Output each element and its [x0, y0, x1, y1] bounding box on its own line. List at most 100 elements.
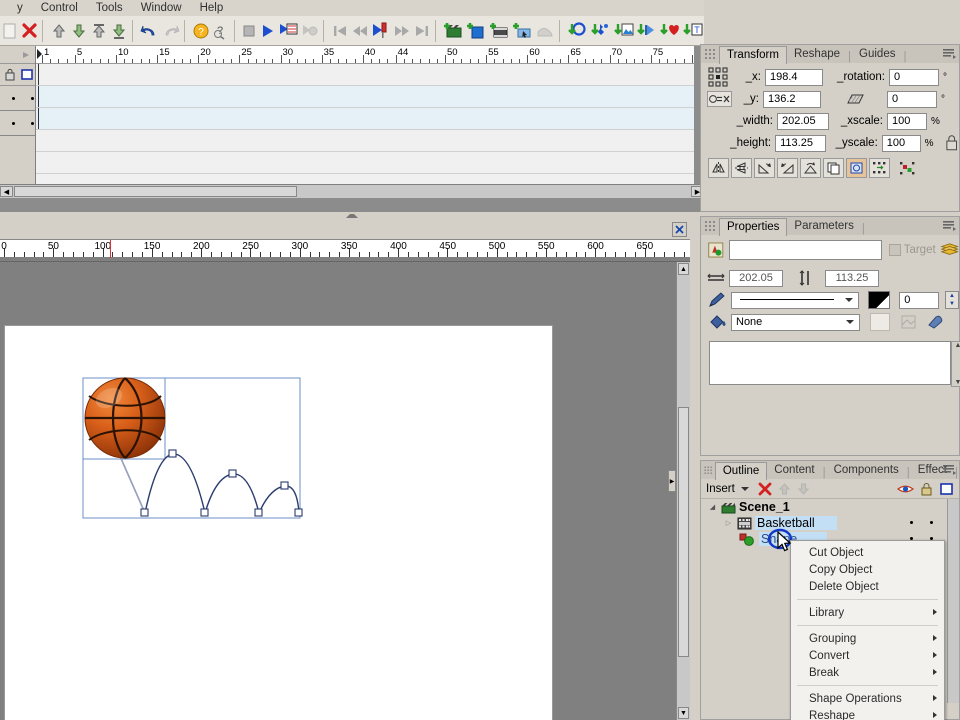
- menu-item-control[interactable]: Control: [32, 1, 87, 15]
- eye-icon[interactable]: [897, 483, 914, 495]
- timeline-playhead[interactable]: [38, 64, 39, 85]
- panel-menu-icon[interactable]: [942, 47, 956, 60]
- fill-color-swatch[interactable]: [870, 313, 890, 331]
- height-input[interactable]: 113.25: [775, 134, 826, 152]
- chevron-down-icon[interactable]: [845, 297, 854, 302]
- anchor-grid-icon[interactable]: [707, 66, 731, 88]
- timeline-layer-row[interactable]: [0, 111, 35, 136]
- menu-item-tools[interactable]: Tools: [87, 1, 132, 15]
- menu-item-window[interactable]: Window: [132, 1, 191, 15]
- delete-x-icon[interactable]: [21, 18, 38, 44]
- rotate-cw-icon[interactable]: [754, 158, 775, 178]
- script-area[interactable]: ▲ ▼: [709, 341, 960, 387]
- menu-item-help[interactable]: Help: [191, 1, 233, 15]
- effect-explode-icon[interactable]: [590, 18, 611, 44]
- insert-button[interactable]: Insert: [706, 483, 735, 495]
- timeline-playhead[interactable]: [38, 108, 39, 129]
- close-icon[interactable]: [672, 222, 687, 237]
- panel-grip-icon[interactable]: [703, 463, 715, 479]
- effect-slide-icon[interactable]: [636, 18, 657, 44]
- play-triangle-icon[interactable]: [21, 50, 31, 60]
- properties-height-input[interactable]: 113.25: [825, 269, 879, 287]
- xscale-input[interactable]: 100: [887, 112, 927, 130]
- outline-square-icon[interactable]: [939, 482, 954, 496]
- canvas-collapse-handle[interactable]: ▶: [668, 470, 676, 492]
- menu-item-0[interactable]: y: [8, 1, 32, 15]
- reset-transform-icon[interactable]: [846, 158, 867, 178]
- move-to-top-icon[interactable]: [90, 18, 108, 44]
- redo-icon[interactable]: [161, 18, 180, 44]
- timeline-resize-grip[interactable]: [0, 212, 704, 220]
- yscale-input[interactable]: 100: [881, 134, 921, 152]
- tab-parameters[interactable]: Parameters: [787, 218, 860, 235]
- canvas-ruler-horizontal[interactable]: 0 50 100 150 200 250 300 350 400 450 500 550 600 650: [0, 240, 690, 262]
- context-menu-item-cut-object[interactable]: Cut Object: [791, 544, 944, 561]
- timeline-expand-row[interactable]: [0, 46, 35, 64]
- new-icon[interactable]: [1, 18, 19, 44]
- timeline-playhead[interactable]: [38, 86, 39, 107]
- context-menu-item-copy-object[interactable]: Copy Object: [791, 561, 944, 578]
- object-name-input[interactable]: [728, 240, 882, 260]
- effect-heart-icon[interactable]: [659, 18, 680, 44]
- insert-sprite-icon[interactable]: [489, 18, 510, 44]
- panel-menu-icon[interactable]: [942, 219, 956, 232]
- context-menu-item-convert[interactable]: Convert: [791, 647, 944, 664]
- insert-object-icon[interactable]: [466, 18, 487, 44]
- play-from-marker-icon[interactable]: [371, 18, 391, 44]
- flip-horizontal-icon[interactable]: [708, 158, 729, 178]
- scrollbar-thumb[interactable]: [14, 186, 297, 197]
- chevron-down-icon[interactable]: [846, 319, 854, 324]
- canvas-vertical-scrollbar[interactable]: ▲ ▼: [676, 262, 690, 720]
- timeline-ruler[interactable]: 15101520253035404450556065707580: [36, 46, 694, 64]
- step-back-icon[interactable]: [351, 18, 369, 44]
- script-scrollbar[interactable]: ▲ ▼: [951, 341, 960, 387]
- preview-icon[interactable]: [300, 18, 319, 44]
- context-help-icon[interactable]: ?: [212, 18, 230, 44]
- expand-triangle-icon[interactable]: ▷: [723, 518, 734, 529]
- lock-icon[interactable]: [4, 68, 16, 81]
- delete-x-icon[interactable]: [758, 482, 772, 496]
- line-width-input[interactable]: 0: [899, 291, 940, 309]
- play-icon[interactable]: [259, 18, 276, 44]
- texture-icon[interactable]: [900, 314, 918, 331]
- y-input[interactable]: 136.2: [763, 90, 821, 108]
- lock-icon[interactable]: [920, 482, 933, 496]
- outline-scrollbar[interactable]: [947, 499, 959, 703]
- tree-row-scene[interactable]: ◢ Scene_1: [701, 499, 959, 515]
- insert-scene-icon[interactable]: [443, 18, 464, 44]
- timeline-track[interactable]: [36, 64, 694, 86]
- properties-width-input[interactable]: 202.05: [729, 269, 783, 287]
- move-down-icon[interactable]: [70, 18, 88, 44]
- scroll-left-arrow[interactable]: ◀: [0, 186, 13, 197]
- scroll-up-arrow[interactable]: ▲: [678, 263, 689, 275]
- go-to-start-icon[interactable]: [331, 18, 349, 44]
- arrow-up-icon[interactable]: [778, 482, 791, 496]
- panel-menu-icon[interactable]: [942, 463, 956, 476]
- tab-reshape[interactable]: Reshape: [787, 46, 847, 63]
- eraser-icon[interactable]: [926, 313, 946, 331]
- fill-style-select[interactable]: None: [731, 313, 860, 331]
- duplicate-icon[interactable]: [823, 158, 844, 178]
- move-to-bottom-icon[interactable]: [110, 18, 128, 44]
- library-books-icon[interactable]: [940, 240, 959, 260]
- skew-icon[interactable]: [825, 92, 883, 106]
- tab-components[interactable]: Components: [827, 462, 906, 479]
- scroll-down-arrow[interactable]: ▼: [678, 707, 689, 719]
- scrollbar-thumb[interactable]: [678, 407, 689, 657]
- stop-icon[interactable]: [241, 18, 257, 44]
- width-input[interactable]: 202.05: [777, 112, 829, 130]
- tab-transform[interactable]: Transform: [719, 46, 787, 64]
- arrow-down-icon[interactable]: [797, 482, 810, 496]
- context-menu-item-break[interactable]: Break: [791, 664, 944, 681]
- object-name-icon[interactable]: [707, 240, 725, 260]
- effect-text-icon[interactable]: T: [682, 18, 703, 44]
- stepper-down[interactable]: ▼: [946, 300, 958, 308]
- lock-aspect-icon[interactable]: [944, 133, 959, 153]
- insert-button-icon[interactable]: [512, 18, 533, 44]
- timeline-horizontal-scrollbar[interactable]: ◀ ▶: [0, 184, 704, 198]
- step-forward-icon[interactable]: [393, 18, 411, 44]
- rotation-input[interactable]: 0: [889, 68, 939, 86]
- distribute-icon[interactable]: [897, 158, 918, 178]
- stepper-up[interactable]: ▲: [946, 292, 958, 300]
- timeline-track[interactable]: [36, 86, 694, 108]
